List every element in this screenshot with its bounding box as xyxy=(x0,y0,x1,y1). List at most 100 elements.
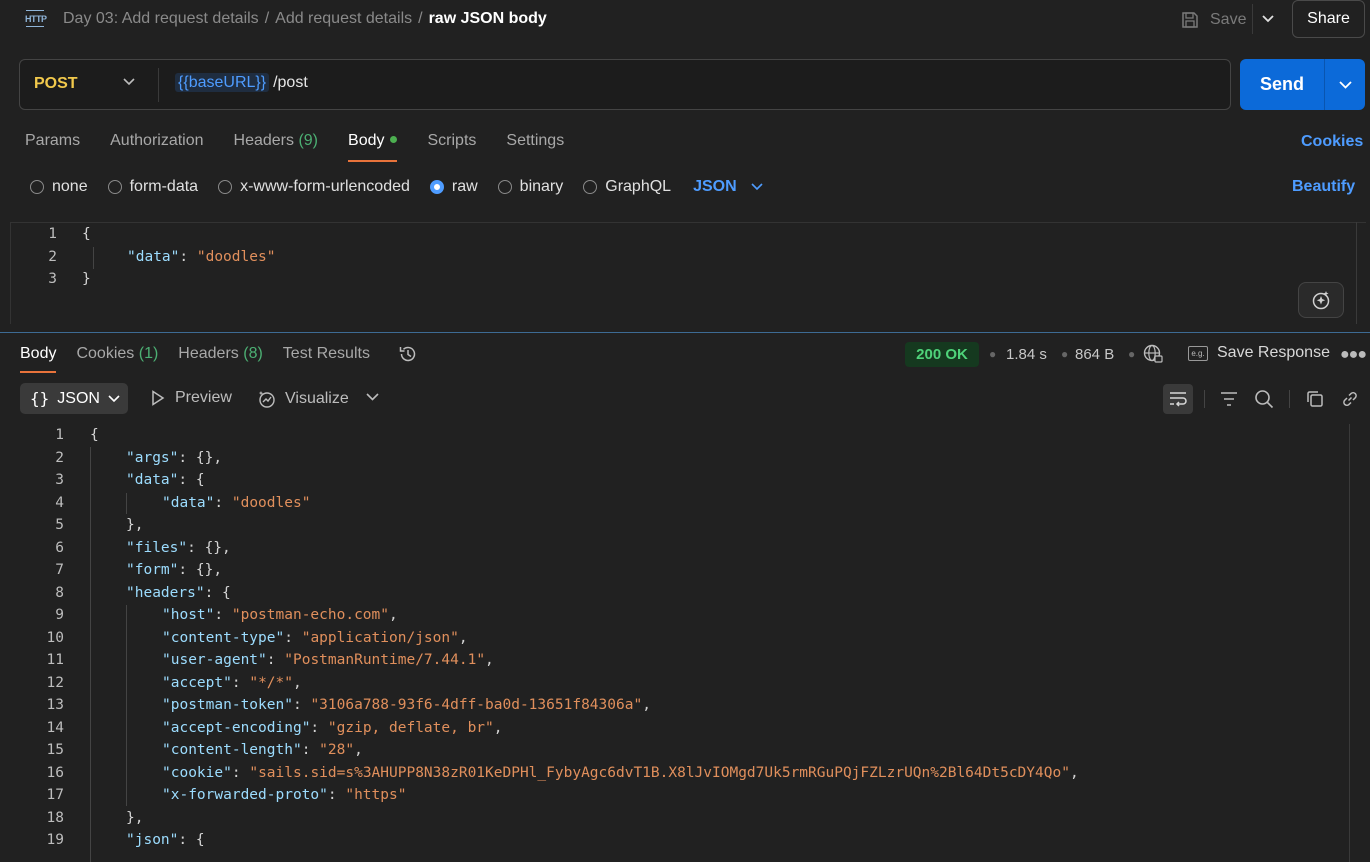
share-button[interactable]: Share xyxy=(1292,0,1365,38)
body-modified-indicator xyxy=(390,136,398,143)
code-line: "accept": "*/*", xyxy=(162,675,302,691)
radio-circle-selected xyxy=(429,180,444,194)
code-line: } xyxy=(82,271,91,287)
radio-raw[interactable]: raw xyxy=(429,178,478,196)
url-path: /post xyxy=(273,74,308,91)
more-options-icon[interactable]: ●●● xyxy=(1340,346,1367,364)
body-type-selector: none form-data x-www-form-urlencoded raw… xyxy=(30,177,763,197)
save-icon xyxy=(1182,12,1198,28)
radio-circle xyxy=(218,180,233,194)
search-icon[interactable] xyxy=(1254,389,1274,409)
radio-binary[interactable]: binary xyxy=(497,178,563,196)
line-number: 8 xyxy=(55,585,64,601)
sparkle-icon xyxy=(1312,291,1330,310)
editor-scrollbar[interactable] xyxy=(1356,222,1357,324)
separator-dot: ● xyxy=(1061,347,1069,361)
code-line: "accept-encoding": "gzip, deflate, br", xyxy=(162,720,503,736)
url-input[interactable]: {{baseURL}}/post xyxy=(175,73,308,92)
save-response-button[interactable]: e.g. Save Response xyxy=(1188,344,1330,362)
breadcrumb: Day 03: Add request details / Add request … xyxy=(63,10,547,28)
visualize-icon xyxy=(258,391,275,408)
example-icon: e.g. xyxy=(1188,345,1208,361)
breadcrumb-folder[interactable]: Add request details xyxy=(275,10,412,27)
radio-form-data[interactable]: form-data xyxy=(107,178,198,196)
response-scrollbar[interactable] xyxy=(1349,424,1365,862)
pane-divider[interactable] xyxy=(0,332,1370,333)
radio-circle xyxy=(583,180,598,194)
wrap-lines-button[interactable] xyxy=(1163,384,1193,414)
url-bar: POST {{baseURL}}/post xyxy=(19,59,1231,110)
code-line: { xyxy=(90,427,99,443)
link-icon[interactable] xyxy=(1340,389,1360,409)
tab-response-body[interactable]: Body xyxy=(20,343,57,373)
radio-circle xyxy=(107,180,122,194)
filter-icon[interactable] xyxy=(1219,389,1239,409)
save-options-button[interactable] xyxy=(1252,4,1282,34)
divider xyxy=(1204,390,1205,408)
beautify-button[interactable]: Beautify xyxy=(1292,178,1355,196)
status-badge[interactable]: 200 OK xyxy=(905,342,979,367)
code-line: "content-type": "application/json", xyxy=(162,630,468,646)
tab-body[interactable]: Body xyxy=(348,130,398,162)
indent-guide xyxy=(93,247,94,269)
breadcrumb-separator: / xyxy=(264,10,270,27)
code-line: "data": "doodles" xyxy=(162,495,311,511)
chevron-down-icon[interactable] xyxy=(366,393,379,401)
indent-guide xyxy=(126,605,127,806)
network-globe-icon[interactable] xyxy=(1142,343,1164,365)
breadcrumb-collection[interactable]: Day 03: Add request details xyxy=(63,10,259,27)
braces-icon: {} xyxy=(30,389,50,408)
line-number: 9 xyxy=(55,607,64,623)
tab-test-results[interactable]: Test Results xyxy=(283,343,370,373)
code-line: "content-length": "28", xyxy=(162,742,363,758)
history-icon[interactable] xyxy=(398,344,418,364)
request-name[interactable]: raw JSON body xyxy=(429,10,547,27)
tab-headers[interactable]: Headers (9) xyxy=(234,130,319,162)
code-line: "host": "postman-echo.com", xyxy=(162,607,398,623)
tab-params[interactable]: Params xyxy=(25,130,80,162)
headers-count: (9) xyxy=(298,132,319,149)
response-size[interactable]: 864 B xyxy=(1075,346,1114,363)
line-number: 6 xyxy=(55,540,64,556)
cookies-link[interactable]: Cookies xyxy=(1301,133,1363,151)
http-request-icon: HTTP xyxy=(24,8,48,30)
response-format-select[interactable]: {} JSON xyxy=(20,383,128,414)
tab-scripts[interactable]: Scripts xyxy=(427,130,476,162)
response-time[interactable]: 1.84 s xyxy=(1006,346,1047,363)
preview-button[interactable]: Preview xyxy=(151,389,232,407)
method-select[interactable]: POST xyxy=(34,75,78,93)
request-body-editor[interactable]: 1 2 3 { "data": "doodles" } xyxy=(10,222,1366,324)
tab-settings[interactable]: Settings xyxy=(506,130,564,162)
send-button[interactable]: Send xyxy=(1240,59,1324,110)
save-button[interactable]: Save xyxy=(1180,8,1246,32)
tab-response-headers[interactable]: Headers (8) xyxy=(178,343,263,373)
code-line: "postman-token": "3106a788-93f6-4dff-ba0… xyxy=(162,697,651,713)
tab-authorization[interactable]: Authorization xyxy=(110,130,203,162)
radio-none[interactable]: none xyxy=(30,178,88,196)
line-number: 1 xyxy=(48,226,57,242)
chevron-down-icon xyxy=(751,183,763,191)
ai-assist-button[interactable] xyxy=(1298,282,1344,318)
tab-response-cookies[interactable]: Cookies (1) xyxy=(76,343,158,373)
radio-graphql[interactable]: GraphQL xyxy=(583,178,671,196)
radio-circle xyxy=(30,180,44,194)
separator-dot: ● xyxy=(989,347,997,361)
line-number: 18 xyxy=(46,810,64,826)
line-number: 4 xyxy=(55,495,64,511)
visualize-button[interactable]: Visualize xyxy=(257,389,349,409)
divider xyxy=(158,68,159,102)
copy-icon[interactable] xyxy=(1305,389,1325,409)
code-line: "data": "doodles" xyxy=(127,249,276,265)
code-line: "files": {}, xyxy=(126,540,231,556)
chevron-down-icon[interactable] xyxy=(123,78,135,86)
url-variable[interactable]: {{baseURL}} xyxy=(175,73,270,92)
line-number: 1 xyxy=(55,427,64,443)
radio-urlencoded[interactable]: x-www-form-urlencoded xyxy=(218,178,410,196)
raw-format-select[interactable]: JSON xyxy=(693,178,763,196)
divider xyxy=(1289,390,1290,408)
send-options-button[interactable] xyxy=(1325,59,1365,110)
chevron-down-icon xyxy=(1261,15,1274,23)
line-number: 12 xyxy=(46,675,64,691)
code-line: "args": {}, xyxy=(126,450,223,466)
indent-guide xyxy=(126,493,127,514)
